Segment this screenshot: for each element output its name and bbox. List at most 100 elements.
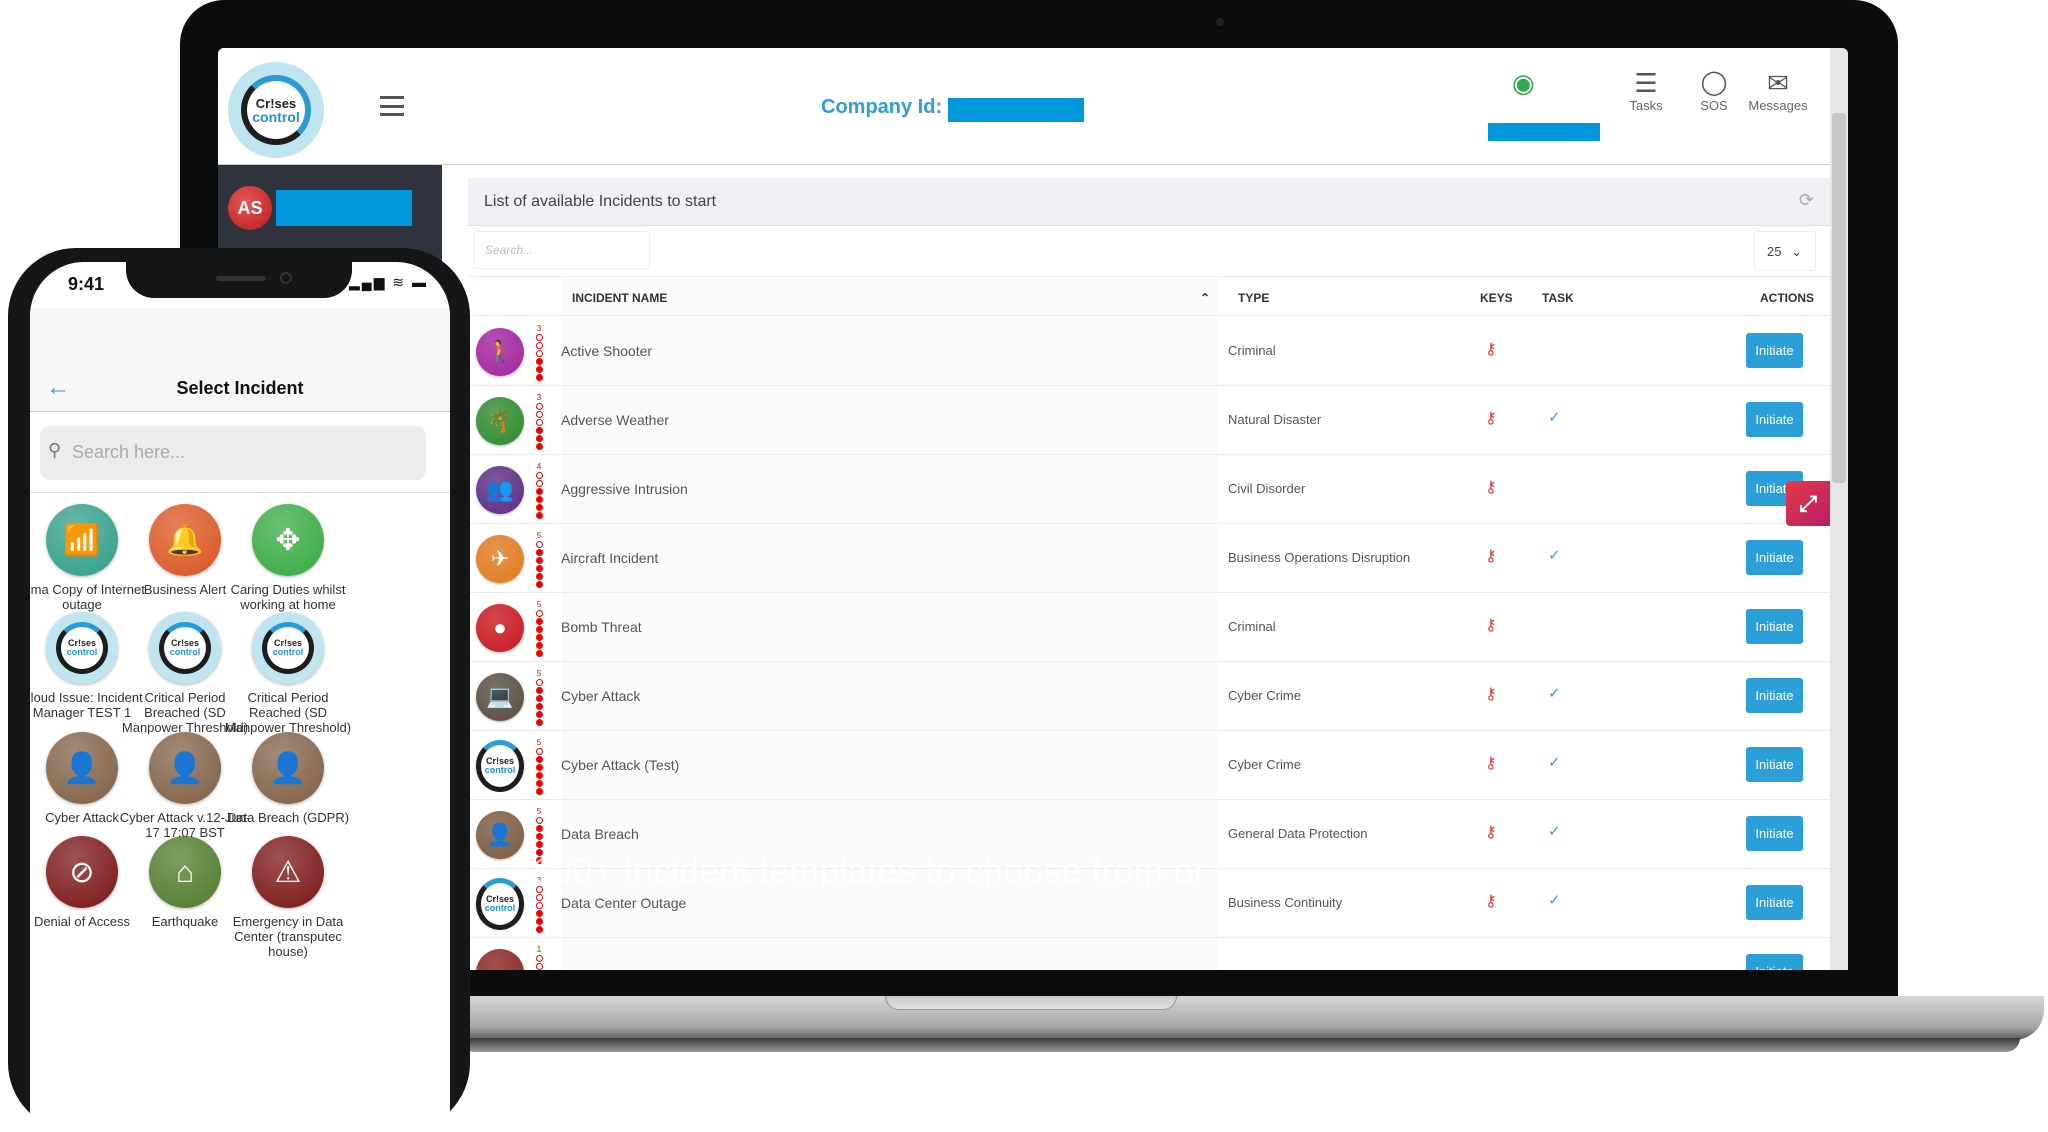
key-icon[interactable]: ⚷ [1485,615,1497,635]
initiate-button[interactable]: Initiate [1746,678,1803,713]
chevron-down-icon: ⌄ [1791,244,1802,259]
no-entry-icon: ⊘ [46,836,118,908]
table-row: 👤 5 Data Breach General Data Protection ⚷ ✓ In… [468,800,1830,869]
incident-icon-crises-control-logo: Cr!ses control [476,878,524,930]
severity-indicator: 3 [534,394,544,451]
key-icon[interactable]: ⚷ [1485,822,1497,842]
key-icon[interactable]: ⚷ [1485,408,1497,428]
incident-tile-label: Emergency in Data Center (transputec hou… [232,914,344,959]
search-input[interactable]: Search... [474,231,650,269]
table-row: Cr!ses control 3 Data Center Outage Business… [468,869,1830,938]
check-icon: ✓ [1548,685,1561,702]
initiate-button[interactable]: Initiate [1746,609,1803,644]
initiate-button[interactable]: Initiate [1746,954,1803,970]
key-icon[interactable]: ⚷ [1485,477,1497,497]
col-actions: ACTIONS [1760,291,1814,305]
severity-indicator: 3 [534,877,544,934]
phone-search-input[interactable]: ⚲ Search here... [40,426,426,480]
laptop-base-shadow [460,1038,2020,1052]
avatar[interactable]: AS [228,186,272,230]
incident-type: Criminal [1228,343,1276,358]
incident-icon-partial [476,949,524,970]
severity-number: 4 [536,462,542,471]
key-icon[interactable]: ⚷ [1485,339,1497,359]
tasks-button[interactable]: ☰ Tasks [1628,68,1664,113]
user-name-redacted [1488,123,1600,141]
warning-icon: ⚠ [252,836,324,908]
person-arrows-icon: ✥ [252,504,324,576]
hamburger-menu-icon[interactable] [380,96,404,116]
scrollbar-thumb[interactable] [1832,113,1846,483]
incident-tile[interactable]: ✥ Caring Duties whilst working at home [220,504,356,612]
status-time: 9:41 [68,274,105,294]
check-icon: ✓ [1548,892,1561,909]
sos-label: SOS [1700,98,1728,113]
profile-button[interactable]: ◉ [1512,68,1535,98]
severity-indicator: 3 [534,325,544,382]
incident-type: Cyber Crime [1228,688,1301,703]
initiate-button[interactable]: Initiate [1746,333,1803,368]
severity-indicator: 4 [534,463,544,520]
incident-name: Data Center Outage [561,895,687,911]
phone-screen: 9:41 ▂▄▆ ≋ ▬ ← Select Incident ⚲ Search … [30,262,450,1132]
severity-indicator: 1 [534,946,544,970]
incident-tile[interactable]: Cr!ses control Critical Period Reached (SD… [220,612,356,735]
logo-text: Cr!ses [255,95,297,111]
key-icon[interactable]: ⚷ [1485,684,1497,704]
expand-icon[interactable]: ⤢ [1786,481,1830,526]
initiate-button[interactable]: Initiate [1746,540,1803,575]
laptop-camera [1216,18,1224,26]
incident-name: Data Breach [561,826,639,842]
incident-type: Civil Disorder [1228,481,1306,496]
table-row: 👥 4 Aggressive Intrusion Civil Disorder ⚷ Ini… [468,455,1830,524]
severity-number: 3 [536,393,542,402]
phone-title: Select Incident [176,378,304,398]
incident-name: Adverse Weather [561,412,669,428]
scrollbar[interactable] [1830,48,1848,970]
incident-icon-laptop: 💻 [476,673,524,721]
severity-number: 1 [536,945,542,954]
page-size-select[interactable]: 25 ⌄ [1754,231,1816,271]
col-type[interactable]: TYPE [1238,291,1269,305]
severity-indicator: 5 [534,808,544,865]
incident-type: Business Continuity [1228,895,1343,910]
col-incident-name[interactable]: INCIDENT NAME [572,291,667,305]
sort-asc-icon[interactable]: ⌃ [1200,291,1210,305]
check-icon: ✓ [1548,754,1561,771]
bell-icon: 🔔 [149,504,221,576]
key-icon[interactable]: ⚷ [1485,546,1497,566]
signal-icon: ▂▄▆ [349,274,387,290]
table-header: INCIDENT NAME ⌃ TYPE KEYS TASK ACTIONS [468,276,1830,316]
incident-type: Natural Disaster [1228,412,1322,427]
search-icon: ⚲ [48,440,62,460]
key-icon[interactable]: ⚷ [1485,753,1497,773]
table-row: Cr!ses control 5 Cyber Attack (Test) Cyber C… [468,731,1830,800]
table-row: 1 Initiate [468,938,1830,970]
tasks-label: Tasks [1629,98,1663,113]
initiate-button[interactable]: Initiate [1746,885,1803,920]
battery-icon: ▬ [412,274,428,290]
table-row: 🚶 3 Active Shooter Criminal ⚷ Initiate [468,317,1830,386]
messages-button[interactable]: ✉ Messages [1746,68,1810,113]
incident-tile[interactable]: 👤 Data Breach (GDPR) [220,732,356,825]
initiate-button[interactable]: Initiate [1746,402,1803,437]
incident-icon-plane-fire: ✈ [476,535,524,583]
severity-number: 3 [536,324,542,333]
user-circle-icon: ◉ [1512,68,1535,98]
table-row: 💻 5 Cyber Attack Cyber Crime ⚷ ✓ Initiate [468,662,1830,731]
key-icon[interactable]: ⚷ [1485,891,1497,911]
crises-control-logo[interactable]: Cr!ses control [228,62,324,158]
incident-type: Cyber Crime [1228,757,1301,772]
initiate-button[interactable]: Initiate [1746,747,1803,782]
refresh-icon[interactable]: ⟳ [1799,190,1814,211]
sos-button[interactable]: ◯ SOS [1698,68,1730,113]
table-row: ● 5 Bomb Threat Criminal ⚷ Initiate [468,593,1830,662]
initiate-button[interactable]: Initiate [1746,816,1803,851]
incident-tile-label: Critical Period Reached (SD Manpower Thr… [224,690,352,735]
incident-tile[interactable]: ⚠ Emergency in Data Center (transputec ho… [220,836,356,959]
incident-tile-label: Caring Duties whilst working at home [230,582,346,612]
router-icon: 📶 [46,504,118,576]
messages-label: Messages [1748,98,1808,113]
severity-number: 5 [536,531,542,540]
table-row: ✈ 5 Aircraft Incident Business Operations D… [468,524,1830,593]
